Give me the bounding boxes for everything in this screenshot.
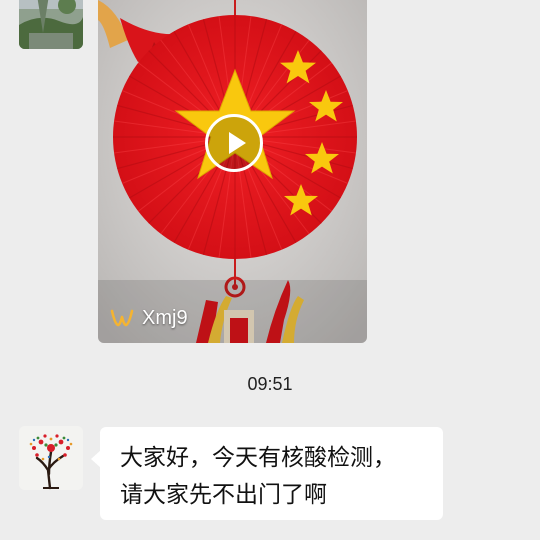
heart-tree-icon [19, 426, 83, 490]
avatar-photo [19, 0, 83, 49]
video-message[interactable]: Xmj9 [98, 0, 367, 343]
message-timestamp: 09:51 [247, 374, 293, 394]
play-icon [229, 132, 246, 154]
channels-logo-icon [110, 309, 134, 327]
channel-badge[interactable]: Xmj9 [110, 301, 188, 335]
sender-avatar[interactable] [19, 426, 83, 490]
message-text-line: 请大家先不出门了啊 [120, 482, 327, 508]
message-text-line: 大家好，今天有核酸检测， [120, 445, 396, 471]
chat-window: Xmj9 09:51 大家好，今天有核酸检测， 请大家先不出门了啊 [0, 0, 540, 540]
play-button[interactable] [205, 114, 263, 172]
channel-name: Xmj9 [142, 306, 188, 329]
text-message-bubble[interactable]: 大家好，今天有核酸检测， 请大家先不出门了啊 [100, 427, 443, 520]
sender-avatar[interactable] [19, 0, 83, 49]
